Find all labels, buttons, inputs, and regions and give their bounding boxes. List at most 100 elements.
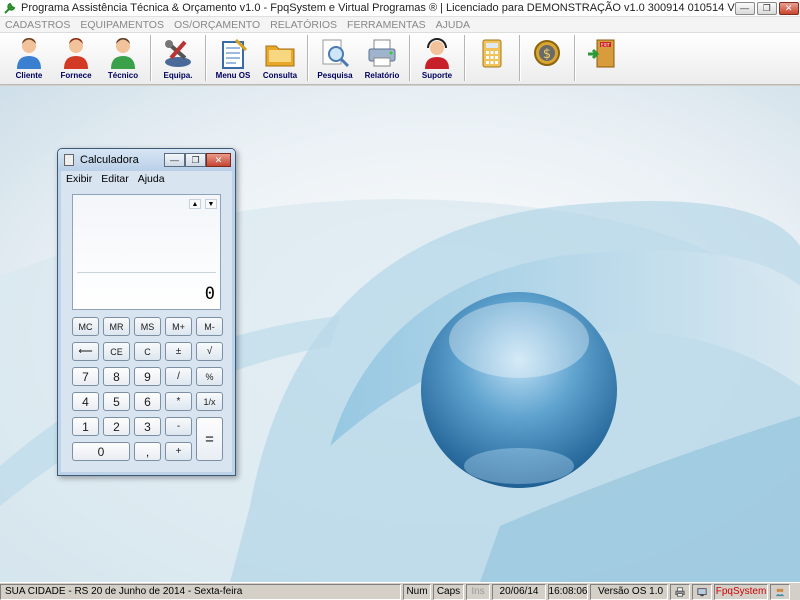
toolbar: Cliente Fornece Técnico Equipa. Menu OS	[0, 33, 800, 85]
money-coin-icon: $	[534, 40, 560, 66]
toolbar-fornecedor-button[interactable]: Fornece	[53, 33, 99, 83]
status-brand: FpqSystem	[714, 583, 768, 600]
toolbar-pesquisa-button[interactable]: Pesquisa	[312, 33, 358, 83]
key-5[interactable]: 5	[103, 392, 130, 411]
key-ms[interactable]: MS	[134, 317, 161, 336]
monitor-icon	[697, 587, 707, 596]
key-plus-minus[interactable]: ±	[165, 342, 192, 361]
toolbar-label: Fornece	[60, 71, 92, 80]
status-num-lock: Num	[403, 583, 431, 600]
toolbar-separator	[574, 35, 576, 81]
key-1[interactable]: 1	[72, 417, 99, 436]
calculator-display: ▲ ▼ 0	[72, 194, 221, 310]
toolbar-label: Suporte	[421, 71, 453, 80]
toolbar-suporte-button[interactable]: Suporte	[414, 33, 460, 83]
minimize-button[interactable]: —	[734, 1, 755, 15]
close-button[interactable]: ✕	[778, 1, 799, 15]
menu-os-notepad-icon	[222, 38, 248, 69]
toolbar-menu-os-button[interactable]: Menu OS	[210, 33, 256, 83]
key-m-minus[interactable]: M-	[196, 317, 223, 336]
toolbar-cliente-button[interactable]: Cliente	[6, 33, 52, 83]
toolbar-separator	[519, 35, 521, 81]
menu-ferramentas[interactable]: FERRAMENTAS	[342, 19, 431, 31]
suporte-headset-icon	[425, 38, 449, 69]
consulta-folder-icon	[265, 45, 295, 67]
toolbar-tecnico-button[interactable]: Técnico	[100, 33, 146, 83]
key-7[interactable]: 7	[72, 367, 99, 386]
toolbar-exit-button[interactable]: EXIT	[579, 33, 625, 83]
key-add[interactable]: +	[165, 442, 192, 461]
key-mr[interactable]: MR	[103, 317, 130, 336]
key-subtract[interactable]: -	[165, 417, 192, 436]
key-mc[interactable]: MC	[72, 317, 99, 336]
menu-relatorios[interactable]: RELATÓRIOS	[265, 19, 342, 31]
calculator-menu-bar: Exibir Editar Ajuda	[61, 171, 232, 187]
key-multiply[interactable]: *	[165, 392, 192, 411]
history-down-arrow-icon[interactable]: ▼	[205, 199, 217, 209]
key-decimal[interactable]: ,	[134, 442, 161, 461]
calculator-window[interactable]: Calculadora — ❐ ✕ Exibir Editar Ajuda ▲ …	[57, 148, 236, 476]
display-divider	[77, 272, 216, 273]
svg-text:EXIT: EXIT	[601, 42, 610, 47]
relatorio-printer-icon	[368, 39, 396, 67]
calculator-icon	[482, 39, 502, 68]
toolbar-relatorio-button[interactable]: Relatório	[359, 33, 405, 83]
calculator-menu-ajuda[interactable]: Ajuda	[138, 173, 165, 185]
toolbar-consulta-button[interactable]: Consulta	[257, 33, 303, 83]
calculator-body: Exibir Editar Ajuda ▲ ▼ 0 MC MR MS M+ M-…	[61, 171, 232, 472]
calculator-menu-exibir[interactable]: Exibir	[66, 173, 92, 185]
key-0[interactable]: 0	[72, 442, 130, 461]
key-9[interactable]: 9	[134, 367, 161, 386]
toolbar-label: Cliente	[15, 71, 43, 80]
key-4[interactable]: 4	[72, 392, 99, 411]
calculator-title-bar[interactable]: Calculadora — ❐ ✕	[58, 149, 235, 171]
key-percent[interactable]: %	[196, 367, 223, 386]
toolbar-calculadora-button[interactable]	[469, 33, 515, 83]
key-ce[interactable]: CE	[103, 342, 130, 361]
status-users-panel[interactable]	[770, 583, 790, 600]
status-printer-panel[interactable]	[670, 583, 690, 600]
display-value: 0	[204, 284, 215, 304]
key-8[interactable]: 8	[103, 367, 130, 386]
key-c[interactable]: C	[134, 342, 161, 361]
calculator-minimize-button[interactable]: —	[164, 153, 185, 167]
app-wrench-icon[interactable]	[3, 1, 17, 15]
menu-ajuda[interactable]: AJUDA	[431, 19, 475, 31]
status-date: 20/06/14	[492, 583, 546, 600]
menu-equipamentos[interactable]: EQUIPAMENTOS	[75, 19, 169, 31]
toolbar-label: Consulta	[262, 71, 298, 80]
status-version: Versão OS 1.0	[598, 586, 664, 597]
toolbar-separator	[464, 35, 466, 81]
key-sqrt[interactable]: √	[196, 342, 223, 361]
menu-os-orcamento[interactable]: OS/ORÇAMENTO	[169, 19, 265, 31]
menu-bar: CADASTROS EQUIPAMENTOS OS/ORÇAMENTO RELA…	[0, 17, 800, 33]
status-keyboard-panel[interactable]	[692, 583, 712, 600]
pesquisa-magnifier-icon	[322, 39, 350, 68]
toolbar-equipamento-button[interactable]: Equipa.	[155, 33, 201, 83]
toolbar-label: Pesquisa	[317, 71, 353, 80]
calculator-menu-editar[interactable]: Editar	[101, 173, 128, 185]
svg-text:$: $	[543, 47, 551, 62]
calculator-close-button[interactable]: ✕	[206, 153, 231, 167]
key-m-plus[interactable]: M+	[165, 317, 192, 336]
key-3[interactable]: 3	[134, 417, 161, 436]
calculator-keypad: MC MR MS M+ M- ⟵ CE C ± √ 7 8 9 / % 4 5 …	[72, 317, 223, 467]
key-reciprocal[interactable]: 1/x	[196, 392, 223, 411]
key-backspace[interactable]: ⟵	[72, 342, 99, 361]
title-bar: Programa Assistência Técnica & Orçamento…	[0, 0, 800, 17]
key-equals[interactable]: =	[196, 417, 223, 461]
toolbar-financeiro-button[interactable]: $	[524, 33, 570, 83]
key-2[interactable]: 2	[103, 417, 130, 436]
key-divide[interactable]: /	[165, 367, 192, 386]
key-6[interactable]: 6	[134, 392, 161, 411]
status-bar: SUA CIDADE - RS 20 de Junho de 2014 - Se…	[0, 582, 800, 600]
equipamento-tools-icon	[165, 40, 191, 67]
menu-cadastros[interactable]: CADASTROS	[0, 19, 75, 31]
toolbar-label: Equipa.	[163, 71, 193, 80]
toolbar-separator	[409, 35, 411, 81]
calculator-title: Calculadora	[80, 154, 139, 166]
status-time: 16:08:06	[548, 583, 588, 600]
calculator-maximize-button[interactable]: ❐	[185, 153, 206, 167]
history-up-arrow-icon[interactable]: ▲	[189, 199, 201, 209]
restore-button[interactable]: ❐	[756, 1, 777, 15]
